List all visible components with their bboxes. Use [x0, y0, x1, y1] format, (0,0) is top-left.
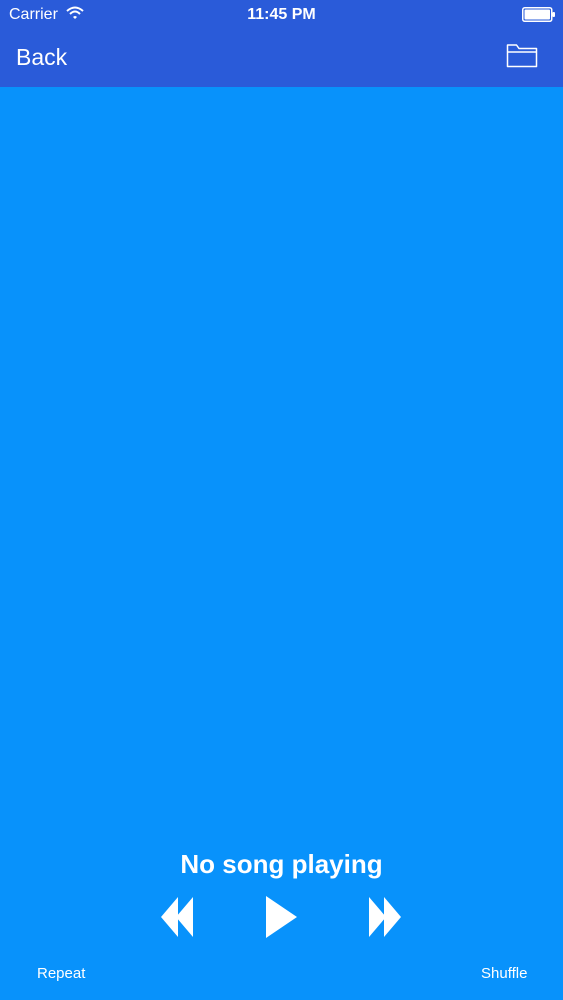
fast-forward-icon[interactable]: [368, 895, 402, 939]
rewind-icon[interactable]: [160, 895, 194, 939]
shuffle-button[interactable]: Shuffle: [481, 964, 527, 984]
top-bar: Carrier 11:45 PM Back: [0, 0, 563, 87]
folder-icon[interactable]: [506, 42, 538, 70]
back-button[interactable]: Back: [16, 43, 67, 71]
repeat-button[interactable]: Repeat: [37, 964, 85, 984]
now-playing-title: No song playing: [180, 849, 383, 879]
battery-icon: [522, 7, 555, 22]
music-player-screen: Carrier 11:45 PM Back No song playing Re…: [0, 0, 563, 1000]
navigation-bar: Back: [0, 30, 563, 87]
play-icon[interactable]: [264, 895, 298, 939]
clock: 11:45 PM: [247, 6, 316, 23]
status-bar: Carrier 11:45 PM: [0, 0, 563, 30]
